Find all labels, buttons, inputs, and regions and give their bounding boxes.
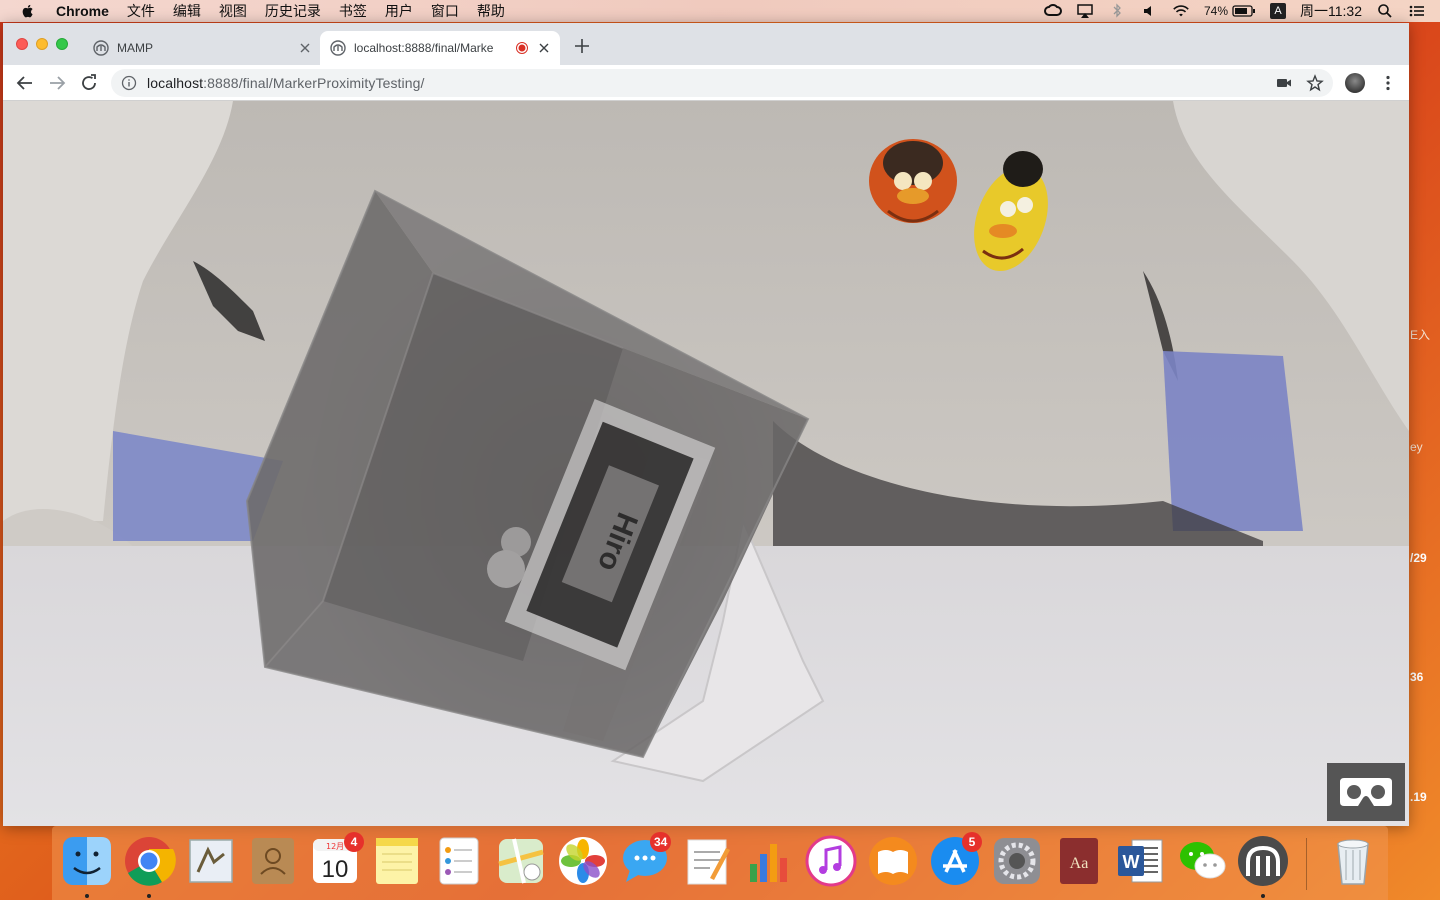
running-indicator — [85, 894, 89, 898]
dictionary-icon[interactable]: Aa — [1052, 834, 1106, 888]
reminders-icon[interactable] — [432, 834, 486, 888]
finder-icon[interactable] — [60, 834, 114, 888]
window-fullscreen-button[interactable] — [56, 38, 68, 50]
dock-separator — [1306, 838, 1307, 890]
url-host: localhost — [147, 75, 204, 91]
menu-window[interactable]: 窗口 — [431, 1, 459, 21]
chrome-icon[interactable] — [122, 834, 176, 888]
maps-icon[interactable] — [494, 834, 548, 888]
blue-chair-right — [1163, 351, 1303, 531]
app-store-badge: 5 — [962, 832, 982, 852]
calendar-day: 10 — [322, 856, 349, 883]
tab-marker-proximity[interactable]: localhost:8888/final/Marke — [320, 31, 560, 65]
sticker-ernie-icon — [869, 139, 957, 223]
url-path: :8888/final/MarkerProximityTesting/ — [203, 75, 425, 91]
site-info-icon[interactable] — [121, 75, 137, 91]
mamp-favicon-icon — [330, 40, 346, 56]
spotlight-icon[interactable] — [1376, 3, 1394, 19]
menu-help[interactable]: 帮助 — [477, 1, 505, 21]
tab-close-icon[interactable] — [297, 40, 313, 56]
browser-toolbar: localhost:8888/final/MarkerProximityTest… — [3, 65, 1409, 101]
battery-icon[interactable] — [1232, 3, 1256, 19]
calendar-month: 12月 — [326, 842, 344, 851]
address-url: localhost:8888/final/MarkerProximityTest… — [147, 75, 425, 91]
new-tab-plus-icon[interactable] — [573, 37, 591, 55]
volume-icon[interactable] — [1140, 3, 1158, 19]
menu-clock[interactable]: 周一11:32 — [1300, 1, 1362, 21]
chrome-menu-icon[interactable] — [1379, 74, 1397, 92]
sphere-marker — [487, 550, 525, 588]
battery-percent: 74% — [1203, 4, 1228, 18]
window-minimize-button[interactable] — [36, 38, 48, 50]
address-bar[interactable]: localhost:8888/final/MarkerProximityTest… — [111, 69, 1333, 97]
menu-view[interactable]: 视图 — [219, 1, 247, 21]
desktop-edge-label: 36 — [1410, 670, 1424, 684]
desktop-edge-label: /29 — [1410, 551, 1427, 565]
vr-mode-button[interactable] — [1327, 763, 1405, 821]
reload-icon[interactable] — [79, 73, 99, 93]
ar-camera-view[interactable]: Hiro — [3, 101, 1409, 826]
airplay-icon[interactable] — [1076, 3, 1094, 19]
wechat-icon[interactable] — [1176, 834, 1230, 888]
camera-scene: Hiro — [3, 101, 1409, 826]
system-preferences-icon[interactable] — [990, 834, 1044, 888]
notes-icon[interactable] — [370, 834, 424, 888]
pages-icon[interactable] — [680, 834, 734, 888]
menu-history[interactable]: 历史记录 — [265, 1, 321, 21]
menu-edit[interactable]: 编辑 — [173, 1, 201, 21]
photos-icon[interactable] — [556, 834, 610, 888]
input-method-badge[interactable]: A — [1270, 3, 1286, 19]
desktop-edge-label: ey — [1410, 440, 1423, 454]
profile-avatar[interactable] — [1345, 73, 1365, 93]
bookmark-star-icon[interactable] — [1306, 74, 1324, 92]
vr-goggles-icon — [1340, 778, 1392, 806]
browser-window: MAMP localhost:8888/final/Marke localhos… — [3, 23, 1409, 826]
mail-icon[interactable] — [184, 834, 238, 888]
tab-title: MAMP — [117, 41, 153, 55]
desktop-edge-label: E入 — [1410, 328, 1431, 342]
menu-app-name[interactable]: Chrome — [56, 3, 109, 19]
calendar-badge: 4 — [344, 832, 364, 852]
mamp-favicon-icon — [93, 40, 109, 56]
menu-people[interactable]: 用户 — [385, 1, 413, 21]
apple-menu-icon[interactable] — [20, 3, 36, 19]
running-indicator — [1261, 894, 1265, 898]
mamp-icon[interactable] — [1236, 834, 1290, 888]
ibooks-icon[interactable] — [866, 834, 920, 888]
dock: 12月 10 4 34 5 Aa W — [52, 826, 1388, 900]
tab-title: localhost:8888/final/Marke — [354, 41, 494, 55]
desktop-edge-label: .19 — [1410, 790, 1427, 804]
window-close-button[interactable] — [16, 38, 28, 50]
svg-text:W: W — [1123, 852, 1140, 872]
tab-strip: MAMP localhost:8888/final/Marke — [3, 23, 1409, 65]
tab-close-icon[interactable] — [536, 40, 552, 56]
tab-mamp[interactable]: MAMP — [83, 31, 321, 65]
menu-bar: Chrome 文件 编辑 视图 历史记录 书签 用户 窗口 帮助 74% A 周… — [0, 0, 1440, 22]
running-indicator — [147, 894, 151, 898]
numbers-icon[interactable] — [742, 834, 796, 888]
back-arrow-icon[interactable] — [15, 73, 35, 93]
wifi-icon[interactable] — [1172, 3, 1190, 19]
word-icon[interactable]: W — [1114, 834, 1168, 888]
itunes-icon[interactable] — [804, 834, 858, 888]
creative-cloud-icon[interactable] — [1043, 3, 1062, 19]
messages-badge: 34 — [650, 832, 672, 852]
bluetooth-icon[interactable] — [1108, 3, 1126, 19]
trash-icon[interactable] — [1326, 834, 1380, 888]
menu-bookmarks[interactable]: 书签 — [339, 1, 367, 21]
svg-text:Aa: Aa — [1070, 855, 1089, 872]
recording-indicator-icon — [516, 42, 528, 54]
notification-center-icon[interactable] — [1408, 3, 1426, 19]
menu-file[interactable]: 文件 — [127, 1, 155, 21]
contacts-icon[interactable] — [246, 834, 300, 888]
camera-in-use-icon[interactable] — [1275, 74, 1293, 92]
forward-arrow-icon[interactable] — [47, 73, 67, 93]
